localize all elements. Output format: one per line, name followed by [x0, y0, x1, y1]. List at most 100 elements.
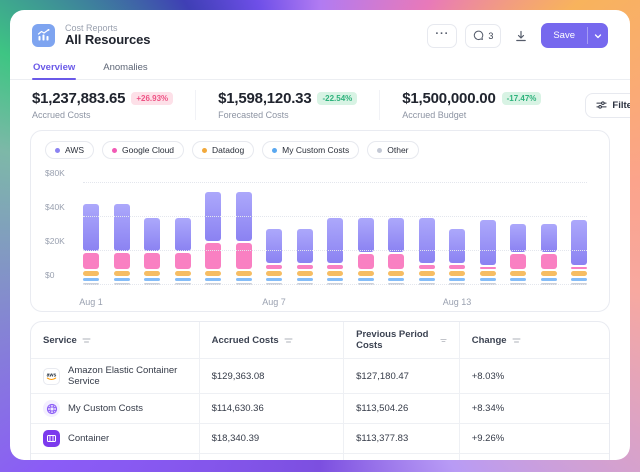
bar-day-8[interactable]: [297, 229, 313, 285]
segment-my-custom-costs: [205, 278, 221, 281]
table-row-container[interactable]: Container$18,340.39$113,377.83+9.26%: [31, 423, 609, 453]
ellipsis-icon: ···: [435, 34, 449, 38]
table-row-cloud-data-fusion[interactable]: Cloud Data Fusion$17,349.37$17,349.37+16…: [31, 453, 609, 460]
bar-day-9[interactable]: [327, 218, 343, 285]
filter-button[interactable]: Filter: [585, 93, 630, 118]
bar-chart-icon: [37, 29, 50, 42]
chart-legend: AWS Google Cloud Datadog My Custom Costs Oth…: [45, 141, 595, 159]
stat-accrued-costs: $1,237,883.65+26.93%Accrued Costs: [32, 90, 196, 120]
bar-day-4[interactable]: [175, 218, 191, 285]
segment-google-cloud: [205, 243, 221, 270]
legend-pill-my-custom-costs[interactable]: My Custom Costs: [262, 141, 359, 159]
bar-day-15[interactable]: [510, 224, 526, 285]
previous-period-costs-cell: $113,377.83: [343, 424, 459, 453]
aws-icon: aws: [43, 368, 60, 385]
segment-google-cloud: [571, 267, 587, 269]
comments-count: 3: [488, 31, 493, 41]
segment-aws: [419, 218, 435, 263]
table-row-amazon-elastic-container-service[interactable]: awsAmazon Elastic Container Service$129,…: [31, 358, 609, 393]
service-cell: My Custom Costs: [31, 394, 199, 423]
segment-aws: [266, 229, 282, 263]
delta-badge: -17.47%: [502, 92, 542, 105]
stat-accrued-budget: $1,500,000.00 -17.47% Accrued Budget: [402, 90, 563, 120]
segment-my-custom-costs: [114, 278, 130, 281]
segment-datadog: [419, 271, 435, 276]
download-icon: [515, 30, 527, 42]
segment-my-custom-costs: [236, 278, 252, 281]
segment-google-cloud: [510, 254, 526, 269]
tab-anomalies[interactable]: Anomalies: [102, 57, 148, 79]
segment-aws: [114, 204, 130, 250]
service-cell: Cloud Data Fusion: [31, 454, 199, 460]
bar-day-11[interactable]: [388, 218, 404, 285]
y-axis-tick: $80K: [45, 168, 75, 178]
table-row-my-custom-costs[interactable]: My Custom Costs$114,630.36$113,504.26+8.…: [31, 393, 609, 423]
bar-day-16[interactable]: [541, 224, 557, 285]
change-cell: +8.03%: [459, 359, 609, 393]
column-header-service[interactable]: Service: [31, 322, 199, 358]
sort-icon[interactable]: [512, 337, 521, 344]
segment-my-custom-costs: [327, 278, 343, 281]
gridline: [83, 250, 587, 251]
segment-my-custom-costs: [144, 278, 160, 281]
more-button[interactable]: ···: [427, 24, 457, 48]
legend-pill-aws[interactable]: AWS: [45, 141, 94, 159]
svg-text:aws: aws: [47, 373, 57, 379]
bar-day-5[interactable]: [205, 192, 221, 285]
download-button[interactable]: [509, 24, 533, 48]
delta-badge: +26.93%: [131, 92, 173, 105]
save-button[interactable]: Save: [541, 23, 587, 48]
gridline: [83, 284, 587, 285]
sort-icon[interactable]: [440, 337, 447, 344]
y-axis-tick: $20K: [45, 236, 75, 246]
page-title: All Resources: [65, 33, 150, 48]
sort-icon[interactable]: [82, 337, 91, 344]
bar-day-3[interactable]: [144, 218, 160, 285]
segment-aws: [388, 218, 404, 253]
save-dropdown-button[interactable]: [588, 23, 608, 48]
column-header-change[interactable]: Change: [459, 322, 609, 358]
legend-pill-datadog[interactable]: Datadog: [192, 141, 254, 159]
tab-overview[interactable]: Overview: [32, 57, 76, 79]
segment-datadog: [480, 271, 496, 276]
segment-aws: [510, 224, 526, 253]
bar-day-7[interactable]: [266, 229, 282, 285]
bar-day-10[interactable]: [358, 218, 374, 285]
chevron-down-icon: [594, 32, 602, 40]
bar-day-14[interactable]: [480, 220, 496, 285]
segment-aws: [358, 218, 374, 253]
column-header-accrued-costs[interactable]: Accrued Costs: [199, 322, 344, 358]
legend-dot: [112, 148, 117, 153]
legend-label: Google Cloud: [122, 145, 174, 155]
stat-value: $1,598,120.33: [218, 90, 311, 107]
legend-pill-google-cloud[interactable]: Google Cloud: [102, 141, 184, 159]
comments-button[interactable]: 3: [465, 24, 501, 48]
stat-value: $1,500,000.00: [402, 90, 495, 107]
stats-row: $1,237,883.65+26.93%Accrued Costs $1,598,…: [10, 80, 630, 128]
segment-aws: [449, 229, 465, 263]
bar-day-12[interactable]: [419, 218, 435, 285]
services-table: ServiceAccrued CostsPrevious Period Cost…: [30, 321, 610, 460]
bar-day-13[interactable]: [449, 229, 465, 285]
segment-datadog: [449, 271, 465, 276]
segment-datadog: [83, 271, 99, 276]
legend-pill-other[interactable]: Other: [367, 141, 418, 159]
delta-badge: -22.54%: [317, 92, 357, 105]
segment-google-cloud: [144, 253, 160, 270]
segment-datadog: [358, 271, 374, 276]
column-header-previous-period-costs[interactable]: Previous Period Costs: [343, 322, 459, 358]
sort-icon[interactable]: [284, 337, 293, 344]
segment-aws: [541, 224, 557, 253]
previous-period-costs-cell: $127,180.47: [343, 359, 459, 393]
segment-datadog: [571, 271, 587, 276]
segment-google-cloud: [83, 253, 99, 270]
service-cell: Container: [31, 424, 199, 453]
previous-period-costs-cell: $17,349.37: [343, 454, 459, 460]
segment-my-custom-costs: [510, 278, 526, 281]
stat-label: Accrued Budget: [402, 110, 541, 120]
bar-day-6[interactable]: [236, 192, 252, 285]
bar-day-17[interactable]: [571, 220, 587, 285]
segment-my-custom-costs: [388, 278, 404, 281]
segment-aws: [480, 220, 496, 266]
segment-datadog: [510, 271, 526, 276]
